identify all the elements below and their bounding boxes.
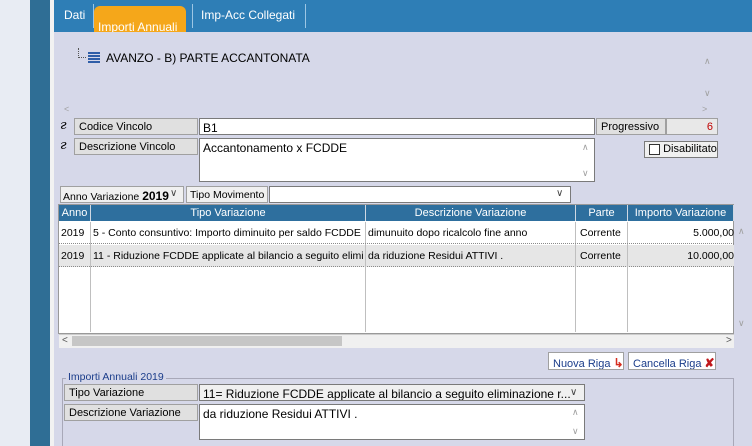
- tree-node-label[interactable]: AVANZO - B) PARTE ACCANTONATA: [106, 51, 310, 65]
- tab-imp-acc-collegati[interactable]: Imp-Acc Collegati: [192, 4, 306, 28]
- tipo-movimento-label: Tipo Movimento: [186, 186, 268, 203]
- chevron-down-icon[interactable]: ∨: [556, 188, 563, 199]
- pen-icon: г: [60, 118, 67, 133]
- checkbox-box[interactable]: [649, 143, 660, 155]
- cell-importo: 5.000,00: [693, 227, 734, 239]
- cell-importo: 10.000,00: [687, 250, 734, 262]
- chevron-down-icon[interactable]: ∨: [170, 188, 177, 199]
- cell-parte: Corrente: [580, 250, 621, 262]
- anno-variazione-value: 2019: [142, 189, 169, 203]
- column-header-importo-variazione[interactable]: Importo Variazione: [628, 205, 734, 221]
- scroll-down-icon[interactable]: ∨: [582, 168, 589, 179]
- scroll-up-icon[interactable]: ∧: [704, 56, 711, 67]
- descrizione-vincolo-label: Descrizione Vincolo: [74, 138, 198, 155]
- anno-variazione-label: Anno Variazione: [63, 191, 140, 203]
- cell-anno: 2019: [61, 250, 85, 262]
- descrizione-variazione-label: Descrizione Variazione: [64, 404, 198, 421]
- progressivo-label: Progressivo: [596, 118, 666, 135]
- descrizione-vincolo-textarea[interactable]: Accantonamento x FCDDE: [199, 138, 595, 182]
- scroll-up-icon[interactable]: ∧: [738, 226, 745, 237]
- nuova-riga-label: Nuova Riga: [553, 358, 611, 370]
- codice-vincolo-label: Codice Vincolo: [74, 118, 198, 135]
- scroll-left-icon[interactable]: <: [62, 335, 68, 346]
- column-divider: [90, 245, 91, 267]
- cell-tipo-variazione: 11 - Riduzione FCDDE applicate al bilanc…: [93, 250, 364, 262]
- scroll-down-icon[interactable]: ∨: [738, 318, 745, 329]
- descrizione-variazione-textarea[interactable]: da riduzione Residui ATTIVI .: [199, 404, 585, 440]
- cancella-riga-button[interactable]: Cancella Riga ✘: [628, 352, 716, 370]
- progressivo-value: 6: [666, 118, 718, 135]
- cell-descrizione-variazione: da riduzione Residui ATTIVI .: [368, 250, 504, 262]
- left-sidebar-bar: [30, 0, 50, 446]
- tree-connector: [78, 48, 86, 58]
- group-title: Importi Annuali 2019: [66, 371, 166, 383]
- column-header-parte[interactable]: Parte: [576, 205, 628, 221]
- scroll-right-icon[interactable]: >: [702, 104, 707, 114]
- cell-tipo-variazione: 5 - Conto consuntivo: Importo diminuito …: [93, 227, 364, 239]
- nuova-riga-button[interactable]: Nuova Riga ↳: [548, 352, 624, 370]
- delete-icon: ✘: [704, 356, 715, 370]
- column-header-descrizione-variazione[interactable]: Descrizione Variazione: [366, 205, 576, 221]
- column-header-tipo-variazione[interactable]: Tipo Variazione: [91, 205, 366, 221]
- list-icon: [88, 52, 100, 63]
- scroll-up-icon[interactable]: ∧: [582, 142, 589, 153]
- codice-vincolo-input[interactable]: B1: [199, 118, 595, 135]
- disabilitato-label: Disabilitato: [663, 143, 717, 156]
- disabilitato-checkbox[interactable]: Disabilitato: [644, 141, 718, 158]
- pen-icon: г: [60, 138, 67, 153]
- column-divider: [365, 245, 366, 267]
- scroll-left-icon[interactable]: <: [64, 104, 69, 114]
- scroll-down-icon[interactable]: ∨: [572, 426, 579, 437]
- add-row-icon: ↳: [613, 356, 624, 370]
- anno-variazione-select[interactable]: Anno Variazione 2019: [60, 186, 184, 203]
- tab-dati[interactable]: Dati: [56, 4, 94, 28]
- left-window-strip: [0, 0, 30, 446]
- column-divider: [627, 245, 628, 267]
- tipo-movimento-select[interactable]: [269, 186, 571, 203]
- cell-parte: Corrente: [580, 227, 621, 239]
- chevron-down-icon[interactable]: ∨: [570, 387, 577, 398]
- tipo-variazione-label: Tipo Variazione: [64, 384, 198, 401]
- tipo-variazione-select[interactable]: 11= Riduzione FCDDE applicate al bilanci…: [199, 384, 585, 401]
- cancella-riga-label: Cancella Riga: [633, 358, 702, 370]
- scroll-right-icon[interactable]: >: [726, 335, 732, 346]
- cell-anno: 2019: [61, 227, 85, 239]
- scroll-up-icon[interactable]: ∧: [572, 407, 579, 418]
- scroll-down-icon[interactable]: ∨: [704, 88, 711, 99]
- column-header-anno[interactable]: Anno: [59, 205, 91, 221]
- scrollbar-thumb[interactable]: [72, 336, 342, 346]
- cell-descrizione-variazione: dimunuito dopo ricalcolo fine anno: [368, 227, 528, 239]
- column-divider: [575, 245, 576, 267]
